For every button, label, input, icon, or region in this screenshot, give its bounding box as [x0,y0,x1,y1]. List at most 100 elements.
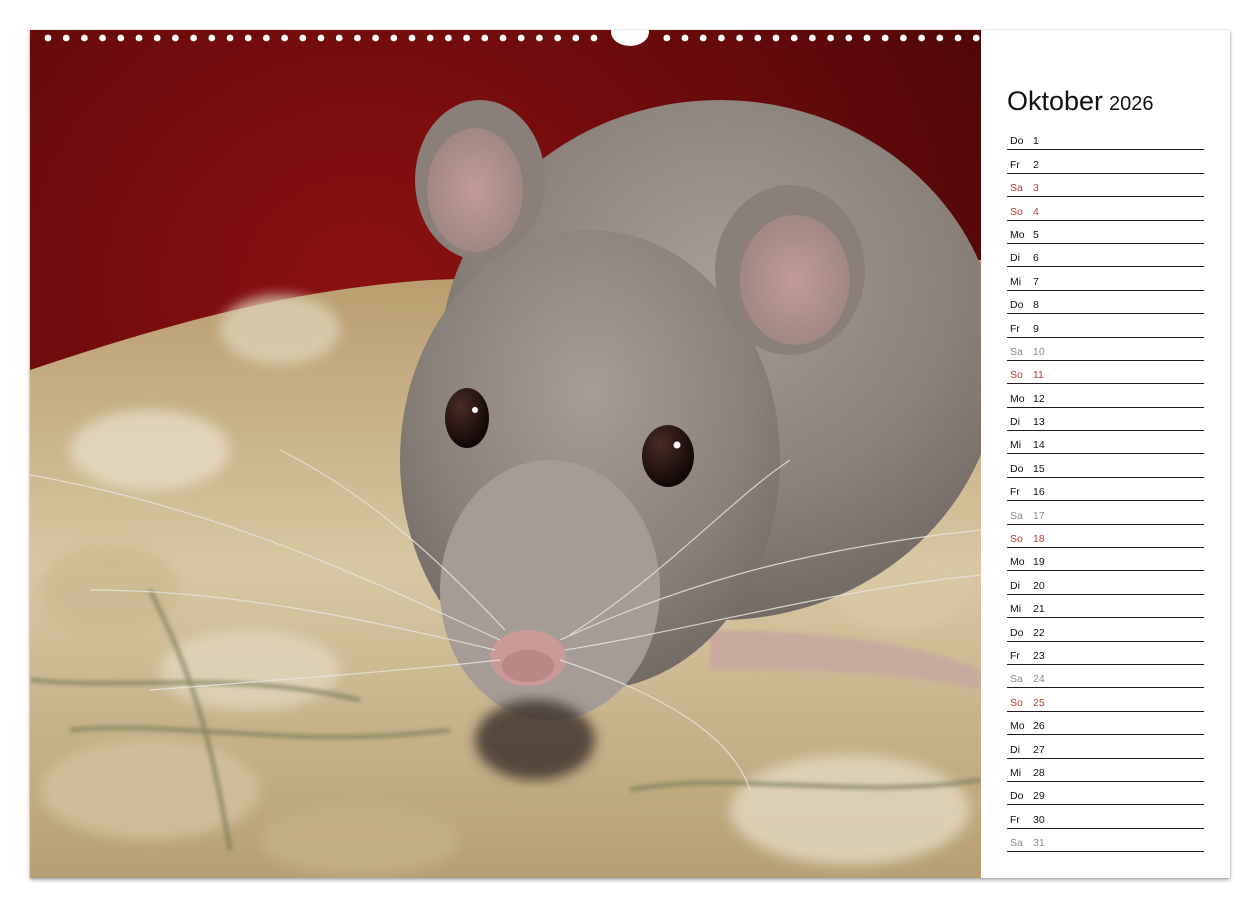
day-number: 28 [1033,766,1045,779]
day-number: 23 [1033,649,1045,662]
calendar-panel: Oktober 2026 Do 1 Fr 2 Sa 3 So 4 Mo 5 Di 6 Mi 7 Do 8 Fr 9 S… [981,30,1230,878]
day-number: 5 [1033,228,1039,241]
day-row: Di 6 [1007,244,1204,268]
day-list: Do 1 Fr 2 Sa 3 So 4 Mo 5 Di 6 Mi 7 Do 8 Fr 9 Sa 10 So 11 Mo 12 D… [1007,127,1204,853]
weekday-label: Sa [1010,509,1023,522]
day-row: Fr 9 [1007,314,1204,338]
day-row: Fr 30 [1007,805,1204,829]
day-number: 16 [1033,486,1045,499]
weekday-label: Sa [1010,345,1023,358]
day-row: Sa 10 [1007,338,1204,361]
day-row: Do 8 [1007,291,1204,315]
weekday-label: Do [1010,626,1024,639]
day-row: Do 22 [1007,618,1204,642]
day-number: 12 [1033,392,1045,405]
weekday-label: Di [1010,416,1020,429]
day-row: Do 29 [1007,782,1204,806]
day-row: Fr 2 [1007,150,1204,174]
weekday-label: Mi [1010,439,1022,452]
day-number: 1 [1033,135,1039,148]
weekday-label: So [1010,205,1023,218]
rat-photo [30,30,981,878]
day-row: Fr 23 [1007,642,1204,665]
day-row: Mi 28 [1007,759,1204,782]
day-number: 31 [1033,837,1045,850]
calendar-page: Oktober 2026 Do 1 Fr 2 Sa 3 So 4 Mo 5 Di 6 Mi 7 Do 8 Fr 9 S… [30,30,1230,878]
day-row: Di 20 [1007,571,1204,595]
day-row: Mo 19 [1007,548,1204,572]
day-number: 14 [1033,439,1045,452]
weekday-label: Mo [1010,228,1025,241]
day-number: 7 [1033,275,1039,288]
weekday-label: Di [1010,579,1020,592]
day-number: 6 [1033,252,1039,265]
weekday-label: Mo [1010,720,1025,733]
weekday-label: Do [1010,135,1024,148]
weekday-label: Do [1010,462,1024,475]
day-row: Mo 12 [1007,384,1204,408]
weekday-label: Mi [1010,275,1022,288]
day-row: Di 13 [1007,408,1204,432]
day-row: Mo 26 [1007,712,1204,736]
day-number: 3 [1033,182,1039,195]
day-row: So 25 [1007,688,1204,712]
day-number: 20 [1033,579,1045,592]
weekday-label: Fr [1010,322,1020,335]
day-row: Di 27 [1007,735,1204,759]
day-number: 21 [1033,603,1045,616]
month-name: Oktober [1007,86,1104,116]
weekday-label: Fr [1010,486,1020,499]
day-number: 19 [1033,556,1045,569]
day-number: 13 [1033,416,1045,429]
day-number: 25 [1033,696,1045,709]
weekday-label: Fr [1010,813,1020,826]
day-number: 2 [1033,158,1039,171]
weekday-label: So [1010,369,1023,382]
weekday-label: So [1010,533,1023,546]
day-row: Mo 5 [1007,221,1204,244]
day-row: Sa 17 [1007,501,1204,525]
weekday-label: Fr [1010,649,1020,662]
day-number: 24 [1033,673,1045,686]
weekday-label: Mi [1010,766,1022,779]
rat-photo-image [30,30,981,878]
day-number: 29 [1033,790,1045,803]
day-row: Do 1 [1007,127,1204,151]
day-number: 9 [1033,322,1039,335]
day-row: Sa 31 [1007,829,1204,853]
day-number: 22 [1033,626,1045,639]
weekday-label: Do [1010,299,1024,312]
weekday-label: Do [1010,790,1024,803]
weekday-label: Sa [1010,182,1023,195]
day-number: 8 [1033,299,1039,312]
weekday-label: Di [1010,252,1020,265]
day-row: Mi 7 [1007,267,1204,291]
weekday-label: Di [1010,743,1020,756]
day-number: 4 [1033,205,1039,218]
month-heading: Oktober 2026 [1007,86,1154,117]
weekday-label: Sa [1010,673,1023,686]
day-row: Fr 16 [1007,478,1204,502]
weekday-label: Mo [1010,392,1025,405]
day-number: 18 [1033,533,1045,546]
day-number: 10 [1033,345,1045,358]
weekday-label: So [1010,696,1023,709]
day-row: Mi 21 [1007,595,1204,619]
weekday-label: Mi [1010,603,1022,616]
day-row: Do 15 [1007,454,1204,478]
day-row: Mi 14 [1007,431,1204,455]
day-number: 11 [1033,369,1044,382]
day-number: 17 [1033,509,1045,522]
weekday-label: Sa [1010,837,1023,850]
year-label: 2026 [1109,93,1154,115]
weekday-label: Mo [1010,556,1025,569]
day-number: 15 [1033,462,1045,475]
day-row: Sa 24 [1007,665,1204,689]
day-number: 27 [1033,743,1045,756]
weekday-label: Fr [1010,158,1020,171]
day-row: So 4 [1007,197,1204,221]
day-number: 30 [1033,813,1045,826]
day-number: 26 [1033,720,1045,733]
day-row: So 18 [1007,525,1204,549]
day-row: So 11 [1007,361,1204,385]
